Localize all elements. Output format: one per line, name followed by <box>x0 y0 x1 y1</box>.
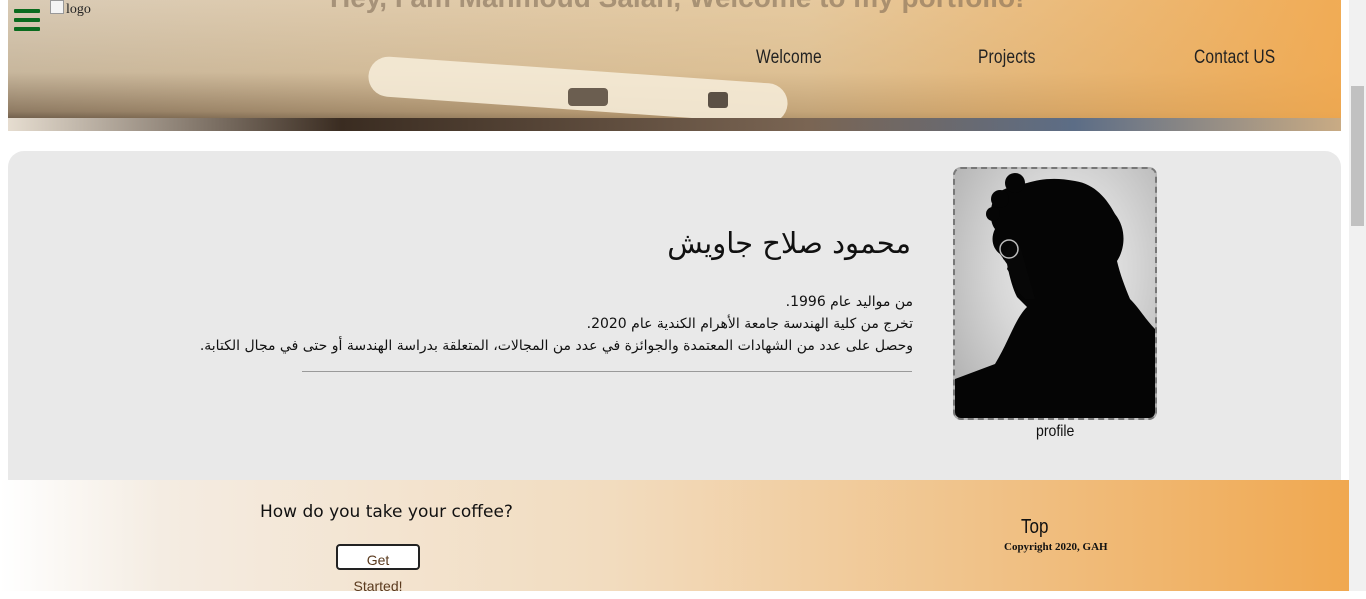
profile-name: محمود صلاح جاويش <box>667 226 911 260</box>
nav-projects[interactable]: Projects <box>978 47 1036 69</box>
hero-header <box>8 0 1341 131</box>
hamburger-menu-icon[interactable] <box>14 9 40 31</box>
profile-photo <box>953 167 1157 420</box>
bio-line: تخرج من كلية الهندسة جامعة الأهرام الكند… <box>586 316 913 332</box>
footer <box>0 480 1349 591</box>
hero-background-shape <box>568 88 608 106</box>
profile-bio: من مواليد عام 1996. تخرج من كلية الهندسة… <box>200 291 913 357</box>
copyright-text: Copyright 2020, GAH <box>1004 541 1108 553</box>
bio-divider <box>302 371 912 372</box>
nav-welcome[interactable]: Welcome <box>756 47 822 69</box>
hero-title: Hey, I am Mahmoud Salah, Welcome to my p… <box>330 0 1024 14</box>
silhouette-image <box>955 173 1155 418</box>
scrollbar-thumb[interactable] <box>1351 86 1364 226</box>
get-started-button[interactable]: Get Started! <box>336 544 420 594</box>
bio-line: من مواليد عام 1996. <box>785 294 913 310</box>
logo-image[interactable]: logo <box>50 0 91 18</box>
back-to-top-link[interactable]: Top <box>1021 516 1048 539</box>
nav-contact-us[interactable]: Contact US <box>1194 47 1275 69</box>
photo-caption: profile <box>1036 423 1075 440</box>
logo-alt-text: logo <box>66 2 91 17</box>
coffee-question: How do you take your coffee? <box>260 502 513 522</box>
hero-background-strip <box>8 118 1341 131</box>
hero-background-shape <box>708 92 728 108</box>
bio-line: وحصل على عدد من الشهادات المعتمدة والجوا… <box>199 338 913 354</box>
broken-image-icon <box>50 0 64 14</box>
